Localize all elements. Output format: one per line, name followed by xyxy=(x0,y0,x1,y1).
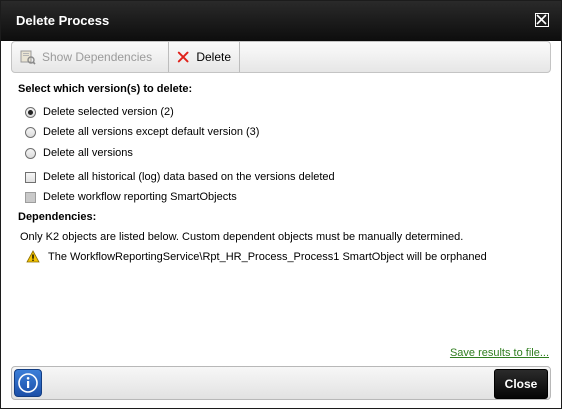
show-dependencies-button[interactable]: Show Dependencies xyxy=(12,42,168,72)
radio-delete-all[interactable]: Delete all versions xyxy=(25,147,133,159)
delete-process-dialog: Delete Process Show Dependencies Delete … xyxy=(0,0,562,409)
title-bar: Delete Process xyxy=(1,1,561,41)
toolbar: Show Dependencies Delete xyxy=(11,41,551,73)
dialog-title: Delete Process xyxy=(16,13,110,28)
radio-delete-all-except-default[interactable]: Delete all versions except default versi… xyxy=(25,126,259,138)
radio-label: Delete all versions xyxy=(43,147,133,159)
checkbox-label: Delete workflow reporting SmartObjects xyxy=(43,191,237,203)
warning-icon xyxy=(26,250,40,263)
save-results-link[interactable]: Save results to file... xyxy=(450,347,549,359)
dependency-warning-text: The WorkflowReportingService\Rpt_HR_Proc… xyxy=(48,250,487,263)
checkbox-delete-reporting-smartobjects: Delete workflow reporting SmartObjects xyxy=(25,191,237,203)
red-x-icon xyxy=(177,51,189,63)
toolbar-separator xyxy=(239,42,240,72)
dependency-warning-row: The WorkflowReportingService\Rpt_HR_Proc… xyxy=(26,250,487,263)
dependencies-note: Only K2 objects are listed below. Custom… xyxy=(20,231,464,243)
show-dependencies-label: Show Dependencies xyxy=(42,50,153,64)
checkbox-disabled xyxy=(25,191,36,203)
delete-label: Delete xyxy=(196,50,231,64)
info-icon xyxy=(18,373,38,393)
radio-delete-selected[interactable]: Delete selected version (2) xyxy=(25,106,174,118)
info-button[interactable] xyxy=(14,369,42,397)
dependencies-heading: Dependencies: xyxy=(18,211,97,223)
close-box-icon[interactable] xyxy=(535,13,549,27)
radio-button[interactable] xyxy=(25,106,36,118)
close-button[interactable]: Close xyxy=(494,369,548,399)
checkbox[interactable] xyxy=(25,171,36,183)
checkbox-delete-historical[interactable]: Delete all historical (log) data based o… xyxy=(25,171,335,183)
versions-heading: Select which version(s) to delete: xyxy=(18,83,193,95)
radio-button[interactable] xyxy=(25,126,36,138)
radio-button[interactable] xyxy=(25,147,36,159)
footer-bar: Close xyxy=(11,366,551,400)
checkbox-label: Delete all historical (log) data based o… xyxy=(43,171,335,183)
dependencies-icon xyxy=(20,50,36,65)
delete-button[interactable]: Delete xyxy=(169,42,239,72)
radio-label: Delete selected version (2) xyxy=(43,106,174,118)
radio-label: Delete all versions except default versi… xyxy=(43,126,260,138)
